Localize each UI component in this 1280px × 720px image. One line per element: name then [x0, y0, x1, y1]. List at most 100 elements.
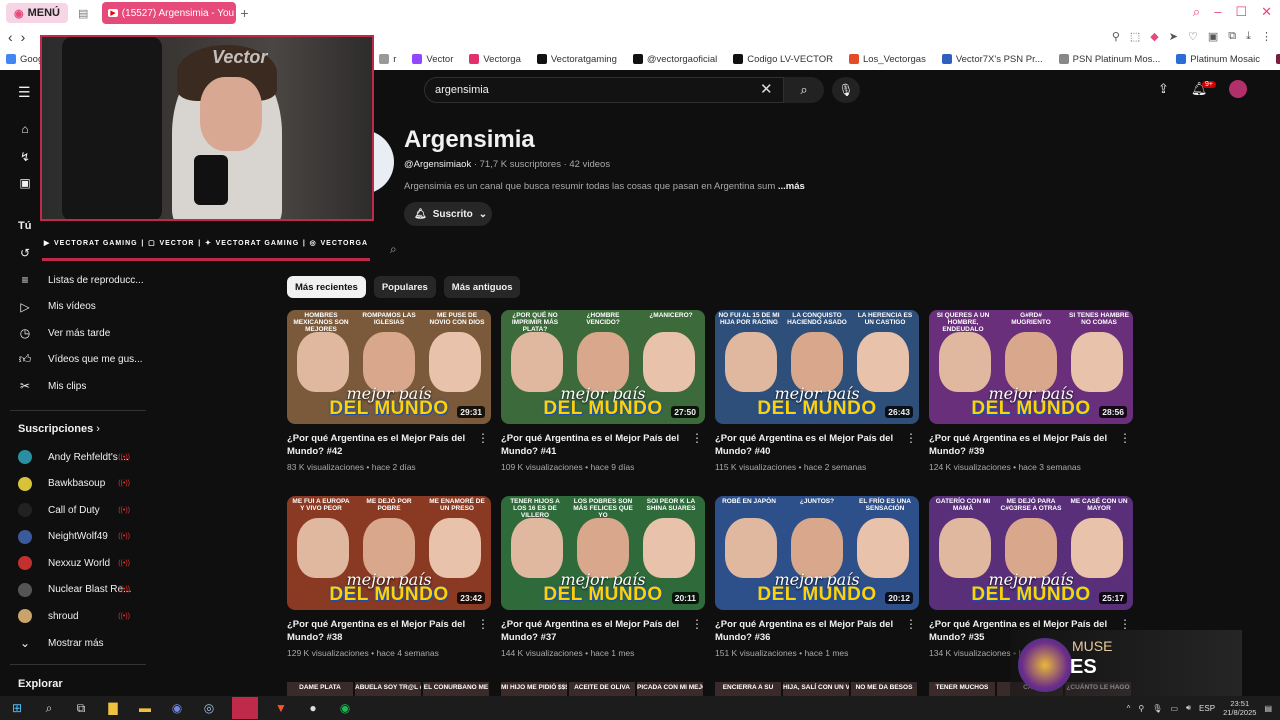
video-title[interactable]: ¿Por qué Argentina es el Mejor País del …: [501, 618, 687, 644]
hamburger-menu-icon[interactable]: ☰: [18, 84, 31, 101]
windows-start-icon[interactable]: ⊞: [8, 700, 26, 716]
sidebar-subscription-item[interactable]: Nuclear Blast Re... ((•)): [18, 582, 146, 597]
more-options-icon[interactable]: ⋮: [477, 431, 489, 445]
heart-icon[interactable]: ♡: [1188, 30, 1198, 43]
video-card[interactable]: ROBÉ EN JAPÓN ¿JUNTOS? EL FRÍO ES UNA SENS…: [715, 496, 919, 658]
video-card[interactable]: TENER HIJOS A LOS 16 ES DE VILLERO LOS PO…: [501, 496, 705, 658]
video-title[interactable]: ¿Por qué Argentina es el Mejor País del …: [501, 432, 687, 458]
forward-arrow-icon[interactable]: ›: [21, 29, 26, 45]
spotify-icon[interactable]: ◉: [336, 700, 354, 716]
sidebar-you-item[interactable]: ▷ Mis vídeos: [18, 300, 146, 314]
mic-tray-icon[interactable]: 🎙︎: [1152, 704, 1162, 713]
sort-chip[interactable]: Más recientes: [287, 276, 366, 298]
video-thumbnail[interactable]: ME FUI A EUROPA Y VIVO PEOR ME DEJÓ POR P…: [287, 496, 491, 610]
video-card[interactable]: SI QUERES A UN HOMBRE, ENDEUDALO G#RD# MU…: [929, 310, 1133, 472]
bookmark-item[interactable]: Los_Vectorgas: [848, 54, 926, 65]
sidebar-subscription-item[interactable]: Andy Rehfeldt's ... ((•)): [18, 450, 146, 464]
bookmark-item[interactable]: Vector: [412, 54, 453, 65]
taskbar-search-icon[interactable]: ⌕: [40, 700, 58, 716]
sidebar-subscription-item[interactable]: shroud ((•)): [18, 609, 146, 623]
close-window-button[interactable]: ✕: [1261, 4, 1272, 20]
pin-icon[interactable]: ⚲: [1112, 30, 1120, 43]
browser-menu-button[interactable]: ◉ MENÚ: [6, 3, 68, 23]
tab-argensimia[interactable]: ▶ (15527) Argensimia - You: [102, 2, 237, 24]
pocket-icon[interactable]: ◆: [1150, 30, 1158, 43]
opera-taskbar-icon[interactable]: [232, 697, 258, 719]
bookmark-item[interactable]: Vector7X's PSN Pr...: [941, 54, 1043, 65]
sidebar-you-heading[interactable]: Tú: [18, 220, 31, 232]
voice-search-button[interactable]: 🎙︎: [832, 77, 860, 103]
network-icon[interactable]: ▭: [1170, 704, 1178, 713]
bookmark-item[interactable]: Codigo LV-VECTOR: [733, 54, 833, 65]
video-card[interactable]: ¿POR QUÉ NO IMPRIMIR MÁS PLATA? ¿HOMBRE V…: [501, 310, 705, 472]
more-options-icon[interactable]: ⋮: [691, 617, 703, 631]
video-thumbnail[interactable]: SI QUERES A UN HOMBRE, ENDEUDALO G#RD# MU…: [929, 310, 1133, 424]
more-options-icon[interactable]: ⋮: [1119, 617, 1131, 631]
sidebar-you-item[interactable]: ≡ Listas de reproducc...: [18, 273, 146, 287]
sidebar-subscription-item[interactable]: Call of Duty ((•)): [18, 503, 146, 517]
video-card[interactable]: HOMBRES MEXICANOS SON MEJORES ROMPAMOS LA…: [287, 310, 491, 472]
bookmark-item[interactable]: Discover Games -...: [1276, 54, 1280, 65]
folder-icon[interactable]: ▬: [136, 700, 154, 716]
notifications-icon[interactable]: ▤: [1264, 704, 1272, 713]
menu-dots-icon[interactable]: ⋮: [1261, 30, 1272, 43]
video-thumbnail[interactable]: HOMBRES MEXICANOS SON MEJORES ROMPAMOS LA…: [287, 310, 491, 424]
video-card[interactable]: NO FUI AL 15 DE MI HIJA POR RACING LA CON…: [715, 310, 919, 472]
obs-icon[interactable]: ●: [304, 700, 322, 716]
sidebar-show-more[interactable]: ⌄ Mostrar más: [18, 636, 146, 650]
clear-search-icon[interactable]: ✕: [760, 80, 773, 98]
sidebar-icon[interactable]: ▣: [1208, 30, 1218, 43]
search-input[interactable]: argensimia: [424, 77, 784, 103]
subscribed-button[interactable]: 🔔︎ Suscrito ⌄: [404, 202, 492, 226]
video-card[interactable]: ME FUI A EUROPA Y VIVO PEOR ME DEJÓ POR P…: [287, 496, 491, 658]
upload-icon[interactable]: ⇪: [1158, 81, 1169, 97]
video-thumbnail[interactable]: TENER HIJOS A LOS 16 ES DE VILLERO LOS PO…: [501, 496, 705, 610]
bookmark-item[interactable]: @vectorgaoficial: [632, 54, 717, 65]
user-avatar[interactable]: [1229, 80, 1248, 98]
bookmark-item[interactable]: Vectorga: [469, 54, 521, 65]
more-options-icon[interactable]: ⋮: [905, 617, 917, 631]
more-options-icon[interactable]: ⋮: [905, 431, 917, 445]
back-arrow-icon[interactable]: ‹: [8, 29, 13, 45]
search-button[interactable]: ⌕: [784, 77, 824, 103]
brave-icon[interactable]: ▼: [272, 700, 290, 716]
sidebar-you-item[interactable]: 👍︎ Vídeos que me gus...: [18, 352, 146, 367]
sidebar-subscriptions-heading[interactable]: Suscripciones ›: [18, 423, 100, 435]
sort-chip[interactable]: Más antiguos: [443, 276, 521, 298]
clock[interactable]: 23:51 21/8/2025: [1223, 699, 1256, 717]
bookmark-item[interactable]: Platinum Mosaic: [1176, 54, 1260, 65]
screenshot-icon[interactable]: ⬚: [1130, 30, 1140, 43]
bookmark-item[interactable]: Vectoratgaming: [536, 54, 617, 65]
channel-description[interactable]: Argensimia es un canal que busca resumir…: [404, 181, 805, 192]
video-title[interactable]: ¿Por qué Argentina es el Mejor País del …: [929, 432, 1115, 458]
video-thumbnail[interactable]: ROBÉ EN JAPÓN ¿JUNTOS? EL FRÍO ES UNA SENS…: [715, 496, 919, 610]
steam-icon[interactable]: ◎: [200, 700, 218, 716]
more-options-icon[interactable]: ⋮: [477, 617, 489, 631]
sidebar-you-item[interactable]: ✂ Mis clips: [18, 379, 146, 393]
extensions-icon[interactable]: ⧉: [1228, 30, 1236, 43]
task-view-icon[interactable]: ⧉: [72, 700, 90, 716]
discord-icon[interactable]: ◉: [168, 700, 186, 716]
minimize-button[interactable]: –: [1214, 4, 1221, 20]
video-title[interactable]: ¿Por qué Argentina es el Mejor País del …: [287, 432, 473, 458]
send-icon[interactable]: ➤: [1169, 30, 1178, 43]
new-tab-button[interactable]: +: [240, 5, 248, 21]
video-thumbnail[interactable]: GATERÍO CON MI MAMÁ ME DEJÓ PARA C#G3RSE …: [929, 496, 1133, 610]
video-thumbnail[interactable]: NO FUI AL 15 DE MI HIJA POR RACING LA CON…: [715, 310, 919, 424]
more-link[interactable]: ...más: [778, 181, 805, 192]
video-thumbnail[interactable]: ¿POR QUÉ NO IMPRIMIR MÁS PLATA? ¿HOMBRE V…: [501, 310, 705, 424]
usb-icon[interactable]: ⚲: [1138, 704, 1144, 713]
bookmark-item[interactable]: PSN Platinum Mos...: [1058, 54, 1160, 65]
tray-chevron-icon[interactable]: ^: [1127, 704, 1131, 713]
sort-chip[interactable]: Populares: [373, 276, 436, 298]
sidebar-subscription-item[interactable]: Nexxuz World ((•)): [18, 556, 146, 570]
video-title[interactable]: ¿Por qué Argentina es el Mejor País del …: [715, 618, 901, 644]
bookmark-item[interactable]: r: [379, 54, 396, 65]
more-options-icon[interactable]: ⋮: [691, 431, 703, 445]
more-options-icon[interactable]: ⋮: [1119, 431, 1131, 445]
file-explorer-icon[interactable]: ▇: [104, 700, 122, 716]
volume-icon[interactable]: 🔊︎: [1186, 703, 1191, 713]
download-icon[interactable]: ⤓: [1246, 30, 1251, 43]
bookmark-item[interactable]: Goog: [6, 54, 43, 65]
maximize-button[interactable]: ☐: [1235, 4, 1247, 20]
